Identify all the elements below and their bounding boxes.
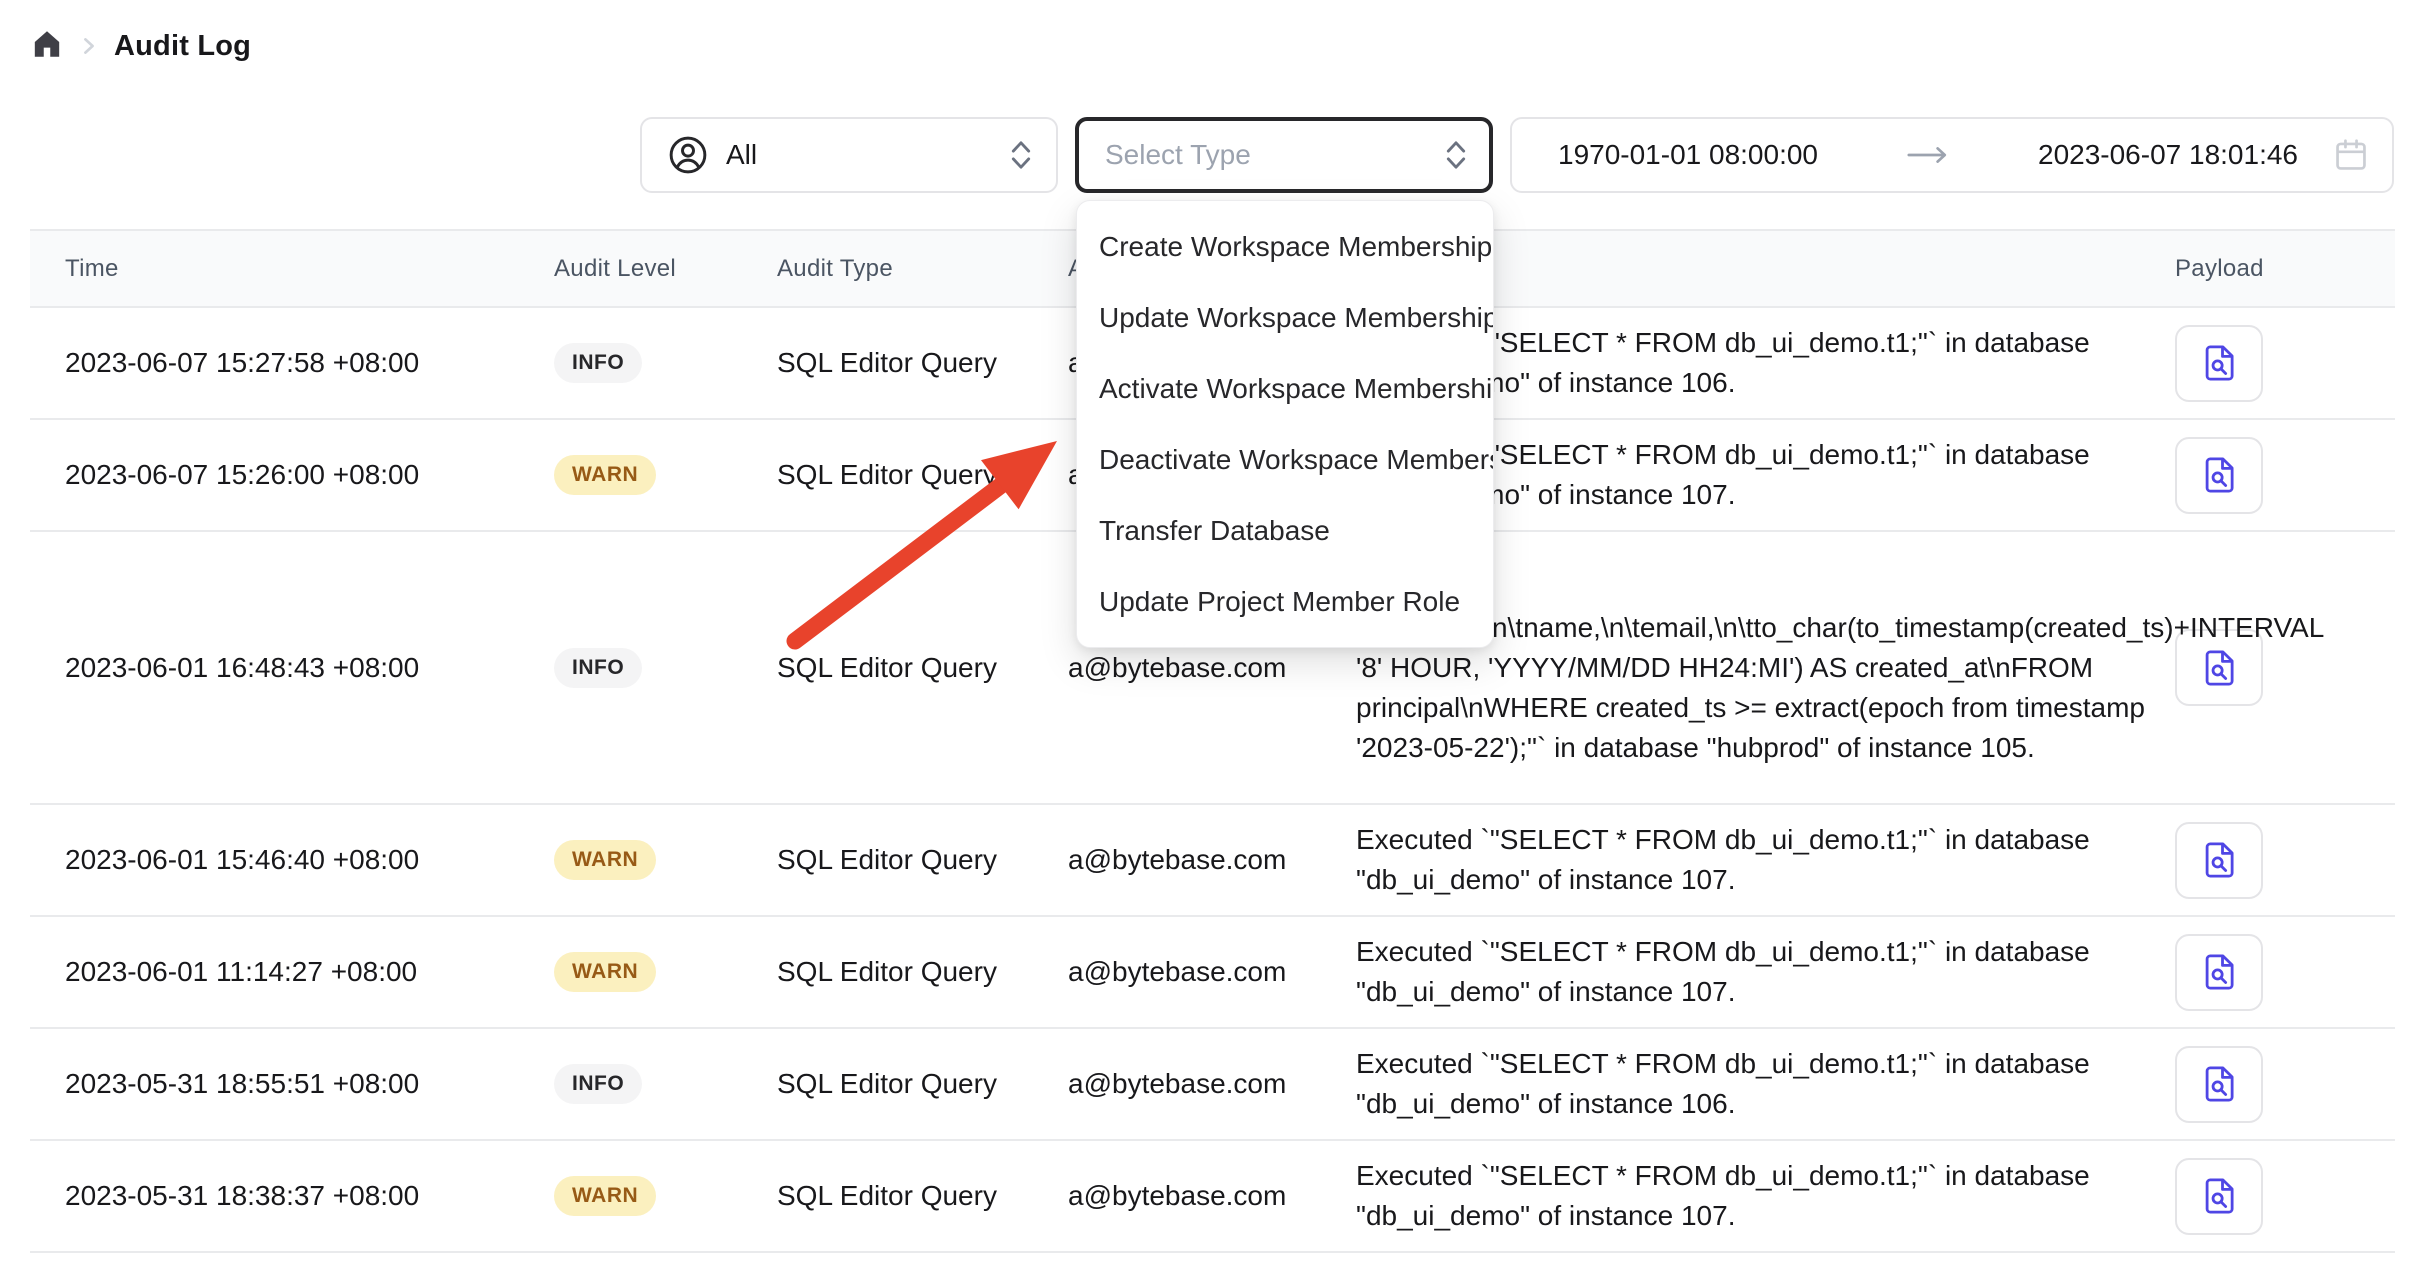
type-dropdown-menu: Create Workspace Membership Update Works… [1076, 200, 1494, 648]
actor-cell: a@bytebase.com [1068, 1028, 1356, 1140]
actor-cell: a@bytebase.com [1068, 804, 1356, 916]
page-title: Audit Log [114, 30, 251, 63]
payload-view-button[interactable] [2175, 325, 2263, 402]
actor-filter-value: All [726, 139, 757, 171]
time-cell: 2023-05-31 18:55:51 +08:00 [30, 1028, 554, 1140]
date-range-end: 2023-06-07 18:01:46 [2038, 139, 2298, 171]
comment-cell: Executed `"SELECT * FROM db_ui_demo.t1;"… [1356, 1140, 2175, 1252]
home-icon [30, 27, 64, 61]
type-dropdown-option[interactable]: Update Project Member Role [1077, 566, 1493, 637]
payload-view-button[interactable] [2175, 934, 2263, 1011]
payload-view-button[interactable] [2175, 822, 2263, 899]
time-cell: 2023-06-01 16:48:43 +08:00 [30, 531, 554, 804]
type-dropdown-option[interactable]: Deactivate Workspace Membership [1077, 424, 1493, 495]
payload-file-icon [2198, 951, 2240, 993]
type-dropdown-option[interactable]: Update Workspace Membership [1077, 282, 1493, 353]
payload-file-icon [2198, 1063, 2240, 1105]
person-circle-icon [666, 133, 710, 177]
column-header-audit-level: Audit Level [554, 230, 777, 307]
breadcrumb: Audit Log [30, 22, 251, 70]
audit-level-badge: INFO [554, 343, 642, 383]
type-filter-select[interactable]: Select Type [1075, 117, 1493, 193]
filter-bar: All Select Type 1970-01-01 08:00:00 2023… [640, 117, 2394, 193]
audit-level-badge: WARN [554, 840, 656, 880]
actor-filter-select[interactable]: All [640, 117, 1058, 193]
table-row: 2023-06-01 11:14:27 +08:00 WARN SQL Edit… [30, 916, 2395, 1028]
payload-file-icon [2198, 1175, 2240, 1217]
table-row: 2023-05-31 18:38:37 +08:00 WARN SQL Edit… [30, 1140, 2395, 1252]
payload-file-icon [2198, 454, 2240, 496]
actor-cell: a@bytebase.com [1068, 916, 1356, 1028]
time-cell: 2023-05-31 18:38:37 +08:00 [30, 1140, 554, 1252]
type-filter-placeholder: Select Type [1105, 139, 1251, 171]
audit-level-badge: WARN [554, 1176, 656, 1216]
audit-type-cell: SQL Editor Query [777, 1028, 1068, 1140]
chevron-right-icon [77, 34, 101, 58]
payload-view-button[interactable] [2175, 437, 2263, 514]
audit-level-badge: WARN [554, 952, 656, 992]
time-cell: 2023-06-01 15:46:40 +08:00 [30, 804, 554, 916]
comment-cell: Executed `"SELECT * FROM db_ui_demo.t1;"… [1356, 804, 2175, 916]
audit-type-cell: SQL Editor Query [777, 916, 1068, 1028]
audit-level-badge: INFO [554, 648, 642, 688]
audit-type-cell: SQL Editor Query [777, 419, 1068, 531]
table-row: 2023-05-31 18:55:51 +08:00 INFO SQL Edit… [30, 1028, 2395, 1140]
payload-file-icon [2198, 647, 2240, 689]
time-cell: 2023-06-07 15:27:58 +08:00 [30, 307, 554, 419]
date-range-picker[interactable]: 1970-01-01 08:00:00 2023-06-07 18:01:46 [1510, 117, 2394, 193]
audit-type-cell: SQL Editor Query [777, 307, 1068, 419]
actor-cell: a@bytebase.com [1068, 1140, 1356, 1252]
type-dropdown-option[interactable]: Transfer Database [1077, 495, 1493, 566]
audit-level-badge: WARN [554, 455, 656, 495]
time-cell: 2023-06-01 11:14:27 +08:00 [30, 916, 554, 1028]
arrow-right-icon [1905, 143, 1951, 167]
home-breadcrumb-link[interactable] [30, 27, 64, 66]
audit-type-cell: SQL Editor Query [777, 531, 1068, 804]
audit-level-badge: INFO [554, 1064, 642, 1104]
column-header-time: Time [30, 230, 554, 307]
column-header-payload: Payload [2175, 230, 2395, 307]
column-header-audit-type: Audit Type [777, 230, 1068, 307]
chevron-updown-icon [1443, 137, 1469, 173]
payload-view-button[interactable] [2175, 1158, 2263, 1235]
comment-cell: Executed `"SELECT * FROM db_ui_demo.t1;"… [1356, 916, 2175, 1028]
table-row: 2023-06-01 15:46:40 +08:00 WARN SQL Edit… [30, 804, 2395, 916]
audit-type-cell: SQL Editor Query [777, 804, 1068, 916]
payload-file-icon [2198, 839, 2240, 881]
audit-type-cell: SQL Editor Query [777, 1140, 1068, 1252]
chevron-updown-icon [1008, 137, 1034, 173]
comment-cell: Executed `"SELECT * FROM db_ui_demo.t1;"… [1356, 1028, 2175, 1140]
payload-file-icon [2198, 342, 2240, 384]
time-cell: 2023-06-07 15:26:00 +08:00 [30, 419, 554, 531]
calendar-icon [2332, 136, 2370, 174]
payload-view-button[interactable] [2175, 1046, 2263, 1123]
type-dropdown-option[interactable]: Activate Workspace Membership [1077, 353, 1493, 424]
date-range-start: 1970-01-01 08:00:00 [1558, 139, 1818, 171]
type-dropdown-option[interactable]: Create Workspace Membership [1077, 211, 1493, 282]
